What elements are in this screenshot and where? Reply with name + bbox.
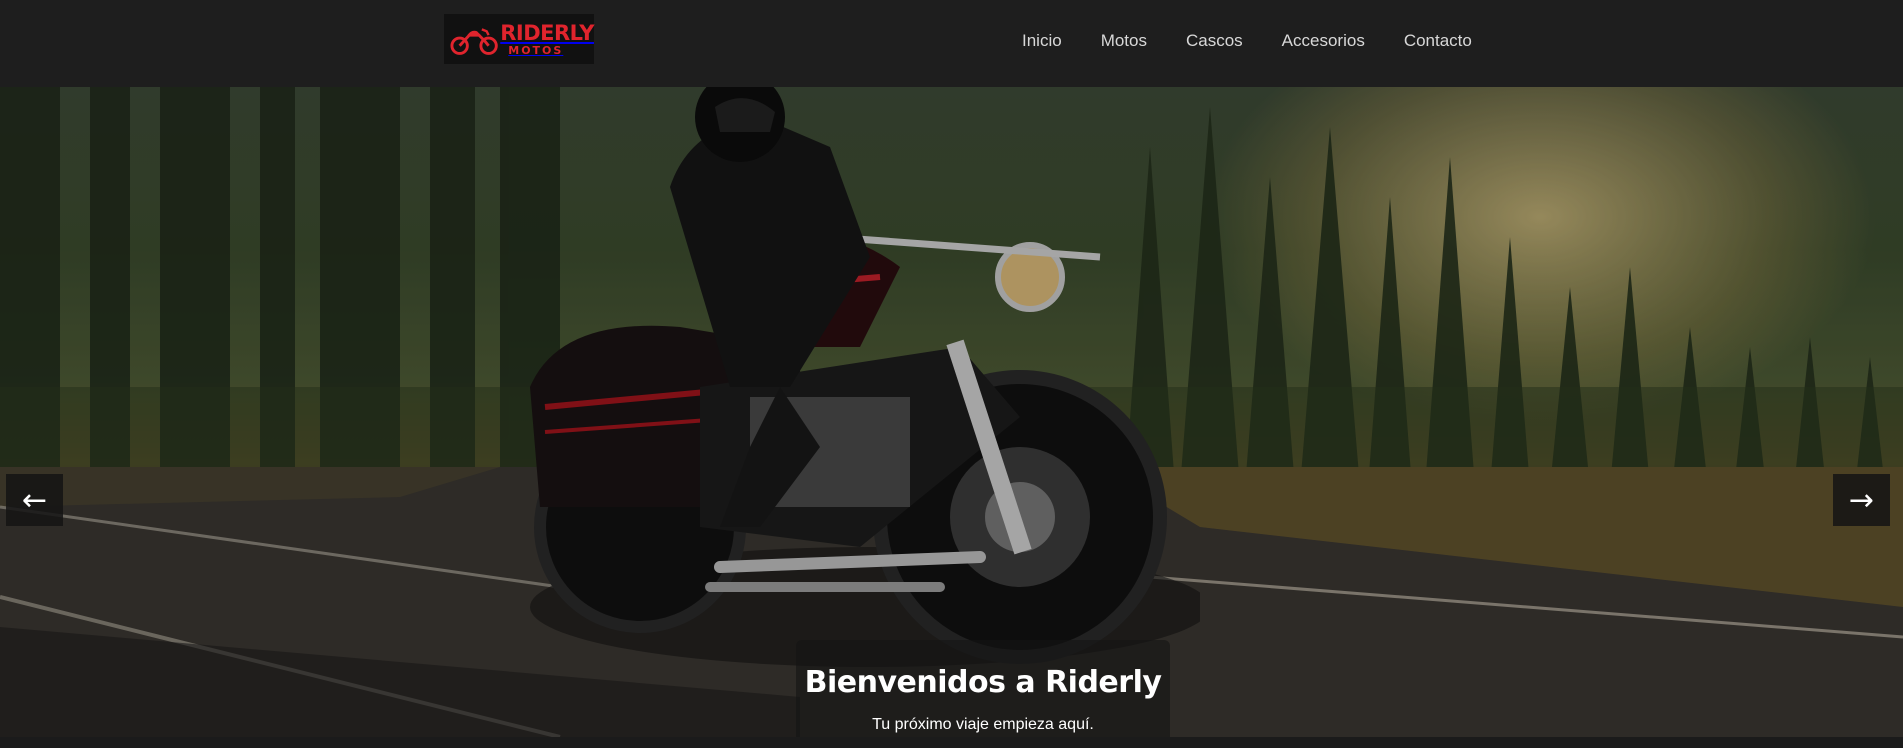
logo-text: RIDERLY MOTOS: [500, 20, 594, 57]
hero-subtitle: Tu próximo viaje empieza aquí.: [872, 716, 1094, 733]
carousel-prev-button[interactable]: ←: [6, 474, 63, 526]
motorcycle-icon: [450, 28, 498, 55]
nav-contacto[interactable]: Contacto: [1404, 31, 1472, 55]
hero-caption: Bienvenidos a Riderly Tu próximo viaje e…: [796, 640, 1170, 737]
site-header: RIDERLY MOTOS Inicio Motos Cascos Acceso…: [0, 0, 1903, 87]
main-nav: Inicio Motos Cascos Accesorios Contacto: [1022, 31, 1511, 55]
nav-inicio[interactable]: Inicio: [1022, 31, 1062, 55]
logo-main-text: RIDERLY: [500, 20, 594, 45]
nav-accesorios[interactable]: Accesorios: [1282, 31, 1365, 55]
hero-title: Bienvenidos a Riderly: [804, 665, 1162, 700]
nav-cascos[interactable]: Cascos: [1186, 31, 1243, 55]
carousel-next-button[interactable]: →: [1833, 474, 1890, 526]
hero-carousel: ← → Bienvenidos a Riderly Tu próximo via…: [0, 87, 1903, 737]
logo-sub-text: MOTOS: [508, 43, 564, 57]
logo[interactable]: RIDERLY MOTOS: [444, 14, 594, 64]
page-bottom-strip: [0, 737, 1903, 748]
nav-motos[interactable]: Motos: [1101, 31, 1147, 55]
